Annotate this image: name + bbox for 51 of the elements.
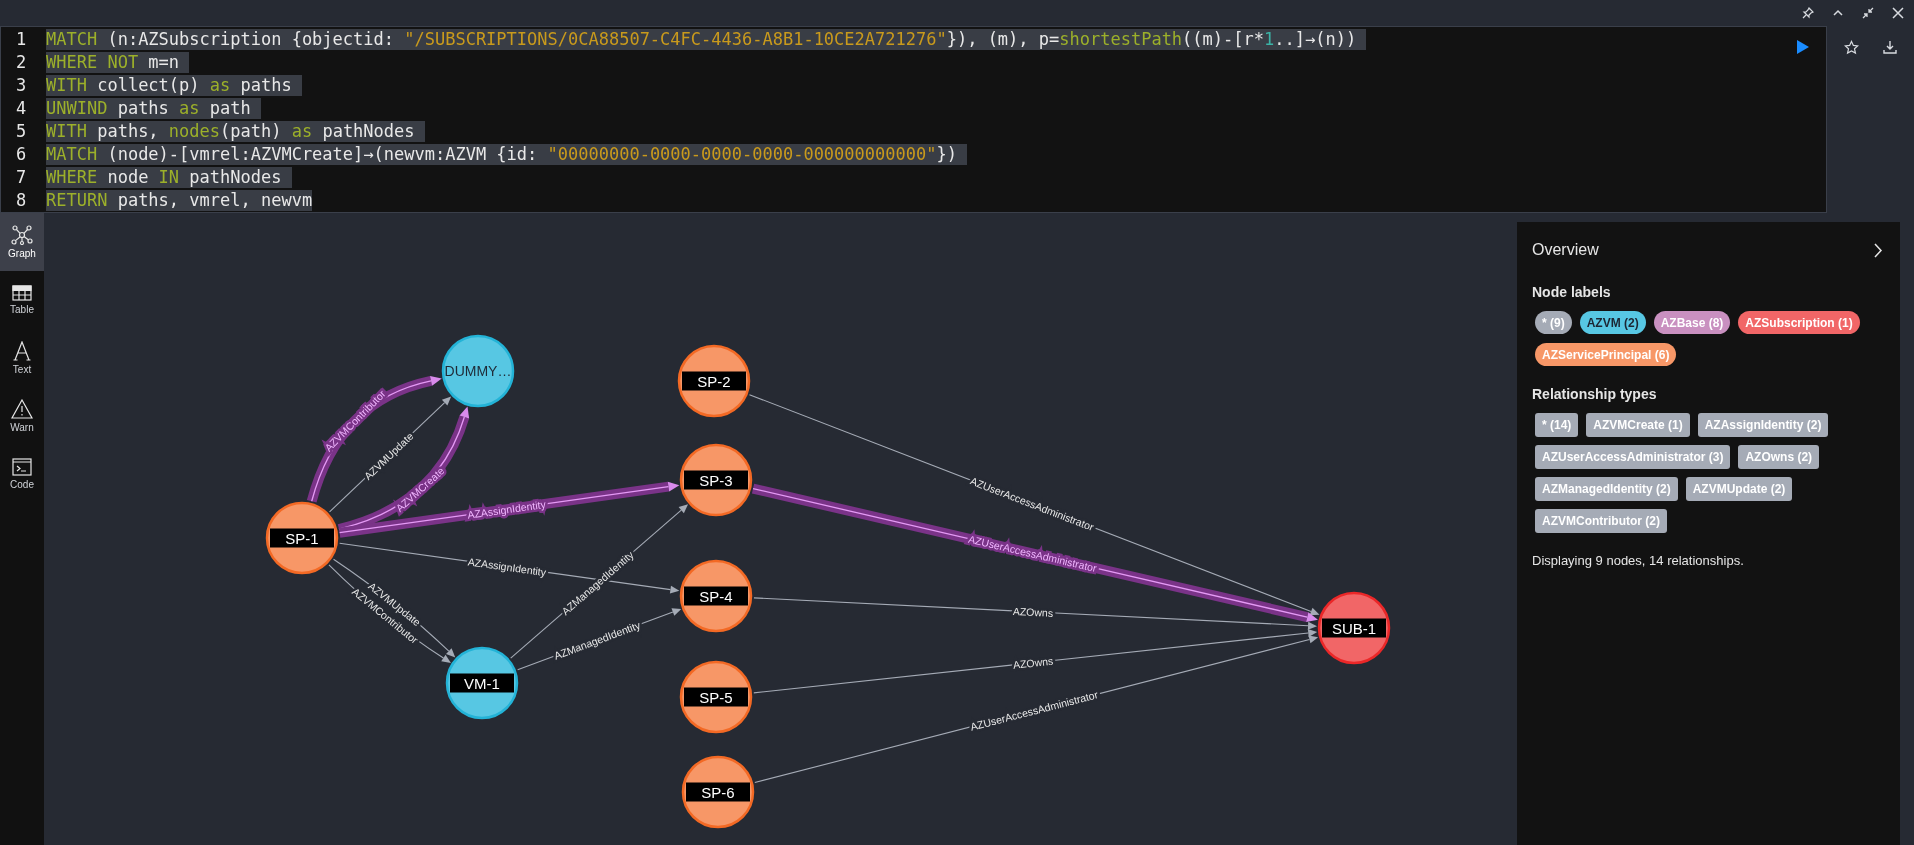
line-number: 1 [14, 28, 28, 51]
relationship-arrow[interactable] [328, 564, 451, 663]
terminal-icon [12, 457, 32, 476]
relationship-type-pill[interactable]: AZVMUpdate (2) [1685, 477, 1793, 501]
line-number: 5 [14, 120, 28, 143]
star-icon[interactable] [1844, 40, 1859, 55]
summary-text: Displaying 9 nodes, 14 relationships. [1532, 552, 1745, 570]
graph-icon [11, 224, 33, 245]
view-tab[interactable]: Warn [0, 387, 44, 445]
node-label-pill[interactable]: AZBase (8) [1653, 311, 1731, 334]
panel-title: Overview [1532, 240, 1599, 260]
section-heading: Node labels [1532, 283, 1612, 302]
play-icon [1796, 39, 1810, 55]
line-number: 6 [14, 143, 28, 166]
line-number: 4 [14, 97, 28, 120]
relationship-type-pill[interactable]: AZVMContributor (2) [1535, 509, 1667, 533]
node-label-pill[interactable]: AZServicePrincipal (6) [1535, 343, 1677, 366]
relationship-type-pill[interactable]: AZUserAccessAdministrator (3) [1535, 445, 1731, 469]
warning-icon [11, 398, 33, 419]
letter-a-icon [13, 340, 31, 361]
relationship-type-pill[interactable]: * (14) [1535, 413, 1579, 437]
graph-node[interactable] [441, 334, 515, 408]
node-caption: DUMMY… [444, 363, 512, 379]
pin-icon[interactable] [1802, 7, 1814, 19]
view-tab[interactable]: Graph [0, 213, 44, 271]
view-tab[interactable]: Text [0, 329, 44, 387]
line-number: 3 [14, 74, 28, 97]
view-tab[interactable]: Table [0, 271, 44, 329]
line-number: 2 [14, 51, 28, 74]
node-label-pill[interactable]: * (9) [1535, 311, 1572, 334]
view-tab[interactable]: Code [0, 445, 44, 503]
relationship-arrow[interactable] [753, 628, 1318, 694]
node-label-pill[interactable]: AZVM (2) [1579, 311, 1646, 334]
line-number: 8 [14, 189, 28, 212]
line-number: 7 [14, 166, 28, 189]
relationship-type-pill[interactable]: AZOwns (2) [1738, 445, 1820, 469]
download-icon[interactable] [1883, 40, 1897, 54]
close-icon[interactable] [1892, 7, 1904, 19]
relationship-type-pill[interactable]: AZAssignIdentity (2) [1697, 413, 1829, 437]
node-label-pill[interactable]: AZSubscription (1) [1738, 311, 1860, 334]
collapse-icon[interactable] [1862, 7, 1874, 19]
relationship-arrow[interactable] [753, 597, 1318, 630]
table-icon [12, 284, 32, 301]
section-heading: Relationship types [1532, 385, 1658, 404]
relationship-type-pill[interactable]: AZVMCreate (1) [1586, 413, 1690, 437]
relationship-arrow[interactable] [333, 558, 456, 658]
query-editor[interactable] [0, 26, 1827, 213]
relationship-type-pill[interactable]: AZManagedIdentity (2) [1535, 477, 1678, 501]
relationship-label: AZOwns [1012, 654, 1054, 671]
chevron-right-icon[interactable] [1873, 242, 1883, 258]
relationship-label: AZOwns [1012, 604, 1054, 619]
